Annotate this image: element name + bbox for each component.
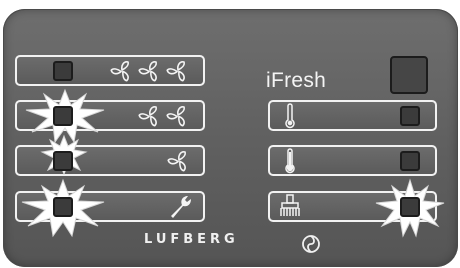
temperature-high-led (400, 151, 420, 171)
temperature-low-led (400, 106, 420, 126)
brand-logo: LUFBERG (144, 232, 239, 247)
panel-edge (3, 9, 458, 267)
wrench-icon (168, 194, 194, 224)
fan-speed-low-led (53, 151, 73, 171)
control-panel (3, 9, 458, 267)
fan-triple-icon (110, 59, 195, 87)
ifresh-button[interactable] (390, 56, 428, 94)
fan-speed-medium-led (53, 106, 73, 126)
thermometer-high-icon (283, 148, 297, 178)
fan-single-icon (167, 149, 193, 177)
ifresh-label: iFresh (266, 69, 327, 92)
fan-double-icon (138, 104, 195, 132)
filter-cleaning-led (400, 197, 420, 217)
swirl-logo-icon (300, 233, 322, 259)
fan-speed-high-led (53, 61, 73, 81)
service-led (53, 197, 73, 217)
brush-icon (278, 193, 304, 223)
thermometer-low-icon (283, 103, 297, 133)
